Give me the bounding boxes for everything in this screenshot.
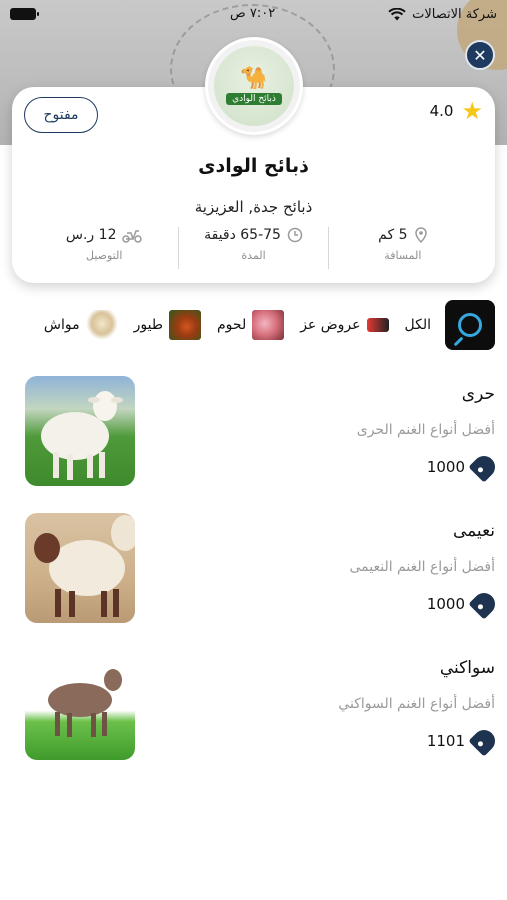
product-image (25, 650, 135, 760)
price-value: 1101 (426, 732, 465, 750)
distance-text: 5 كم (378, 227, 408, 243)
category-label: الكل (404, 317, 432, 333)
status-right: شركة الاتصالات (388, 7, 497, 22)
store-name: ذبائح الوادى (198, 155, 309, 177)
category-all[interactable]: الكل (405, 317, 432, 333)
status-bar: ٧:٠٢ ص شركة الاتصالات (0, 0, 507, 28)
product-item[interactable]: نعيمى أفضل أنواع الغنم النعيمى 1000 (0, 507, 507, 644)
product-description: أفضل أنواع الغنم السواكني (338, 696, 495, 712)
category-label: لحوم (217, 317, 247, 333)
sheep-illustration (41, 391, 123, 480)
category-offers[interactable]: عروض عز (300, 317, 389, 333)
wifi-icon (388, 7, 406, 20)
store-logo: 🐪 ذبائح الوادي (205, 37, 303, 135)
price-tag-icon (468, 588, 500, 620)
store-info-row: 5 كم المسافة 65-75 دقيقة المدة 12 ر.س ال… (30, 227, 477, 269)
info-duration-value: 65-75 دقيقة (204, 227, 303, 243)
carrier-name: شركة الاتصالات (412, 6, 497, 22)
product-description: أفضل أنواع الغنم الحرى (356, 422, 495, 438)
sheep-icon (85, 310, 118, 340)
store-rating: ★ 4.0 (430, 99, 483, 123)
category-label: مواش (43, 317, 80, 333)
rating-value: 4.0 (429, 102, 454, 120)
scooter-icon (122, 230, 143, 243)
product-list: حرى أفضل أنواع الغنم الحرى 1000 نعيمى أف… (0, 370, 507, 781)
sheep-illustration (48, 669, 122, 737)
product-item[interactable]: سواكني أفضل أنواع الغنم السواكني 1101 (0, 644, 507, 781)
logo-text: ذبائح الوادي (226, 92, 282, 105)
info-duration: 65-75 دقيقة المدة (178, 227, 327, 269)
status-time: ٧:٠٢ ص (230, 6, 276, 21)
close-icon: ✕ (473, 45, 487, 65)
star-icon: ★ (461, 97, 483, 125)
sheep-illustration (34, 515, 135, 617)
product-price: 1000 (426, 451, 500, 483)
camel-icon: 🐪 (240, 65, 268, 91)
category-label: طيور (133, 317, 163, 333)
category-bar: الكل عروض عز لحوم طيور مواش (0, 298, 507, 352)
duration-label: المدة (241, 249, 266, 262)
duration-text: 65-75 دقيقة (204, 227, 281, 243)
category-meat[interactable]: لحوم (217, 310, 285, 340)
product-name: سواكني (439, 658, 495, 678)
meat-icon (252, 310, 285, 340)
info-delivery-value: 12 ر.س (66, 227, 143, 243)
price-value: 1000 (426, 458, 465, 476)
product-image (25, 376, 135, 486)
logo-emblem: 🐪 ذبائح الوادي (214, 46, 294, 126)
open-status-badge: مفتوح (24, 97, 98, 133)
search-button[interactable] (445, 300, 495, 350)
delivery-label: التوصيل (85, 249, 123, 262)
info-distance-value: 5 كم (378, 227, 427, 243)
price-tag-icon (468, 451, 500, 483)
chicken-icon (169, 310, 201, 340)
status-left (10, 8, 39, 20)
store-location: ذبائح جدة, العزيزية (194, 198, 313, 216)
product-item[interactable]: حرى أفضل أنواع الغنم الحرى 1000 (0, 370, 507, 507)
product-description: أفضل أنواع الغنم النعيمى (349, 559, 495, 575)
product-price: 1101 (426, 725, 500, 757)
product-name: حرى (461, 384, 495, 404)
battery-icon (10, 8, 39, 20)
location-pin-icon (414, 227, 427, 243)
search-icon (458, 313, 482, 337)
price-value: 1000 (426, 595, 465, 613)
distance-label: المسافة (384, 249, 422, 262)
info-distance: 5 كم المسافة (327, 227, 477, 269)
category-label: عروض عز (300, 317, 361, 333)
product-name: نعيمى (452, 521, 495, 541)
offers-icon (366, 318, 389, 332)
delivery-text: 12 ر.س (65, 227, 117, 243)
category-livestock[interactable]: مواش (44, 310, 118, 340)
clock-icon (287, 227, 303, 243)
info-delivery: 12 ر.س التوصيل (30, 227, 178, 269)
close-button[interactable]: ✕ (465, 40, 495, 70)
product-price: 1000 (426, 588, 500, 620)
price-tag-icon (468, 725, 500, 757)
product-image (25, 513, 135, 623)
category-poultry[interactable]: طيور (134, 310, 201, 340)
